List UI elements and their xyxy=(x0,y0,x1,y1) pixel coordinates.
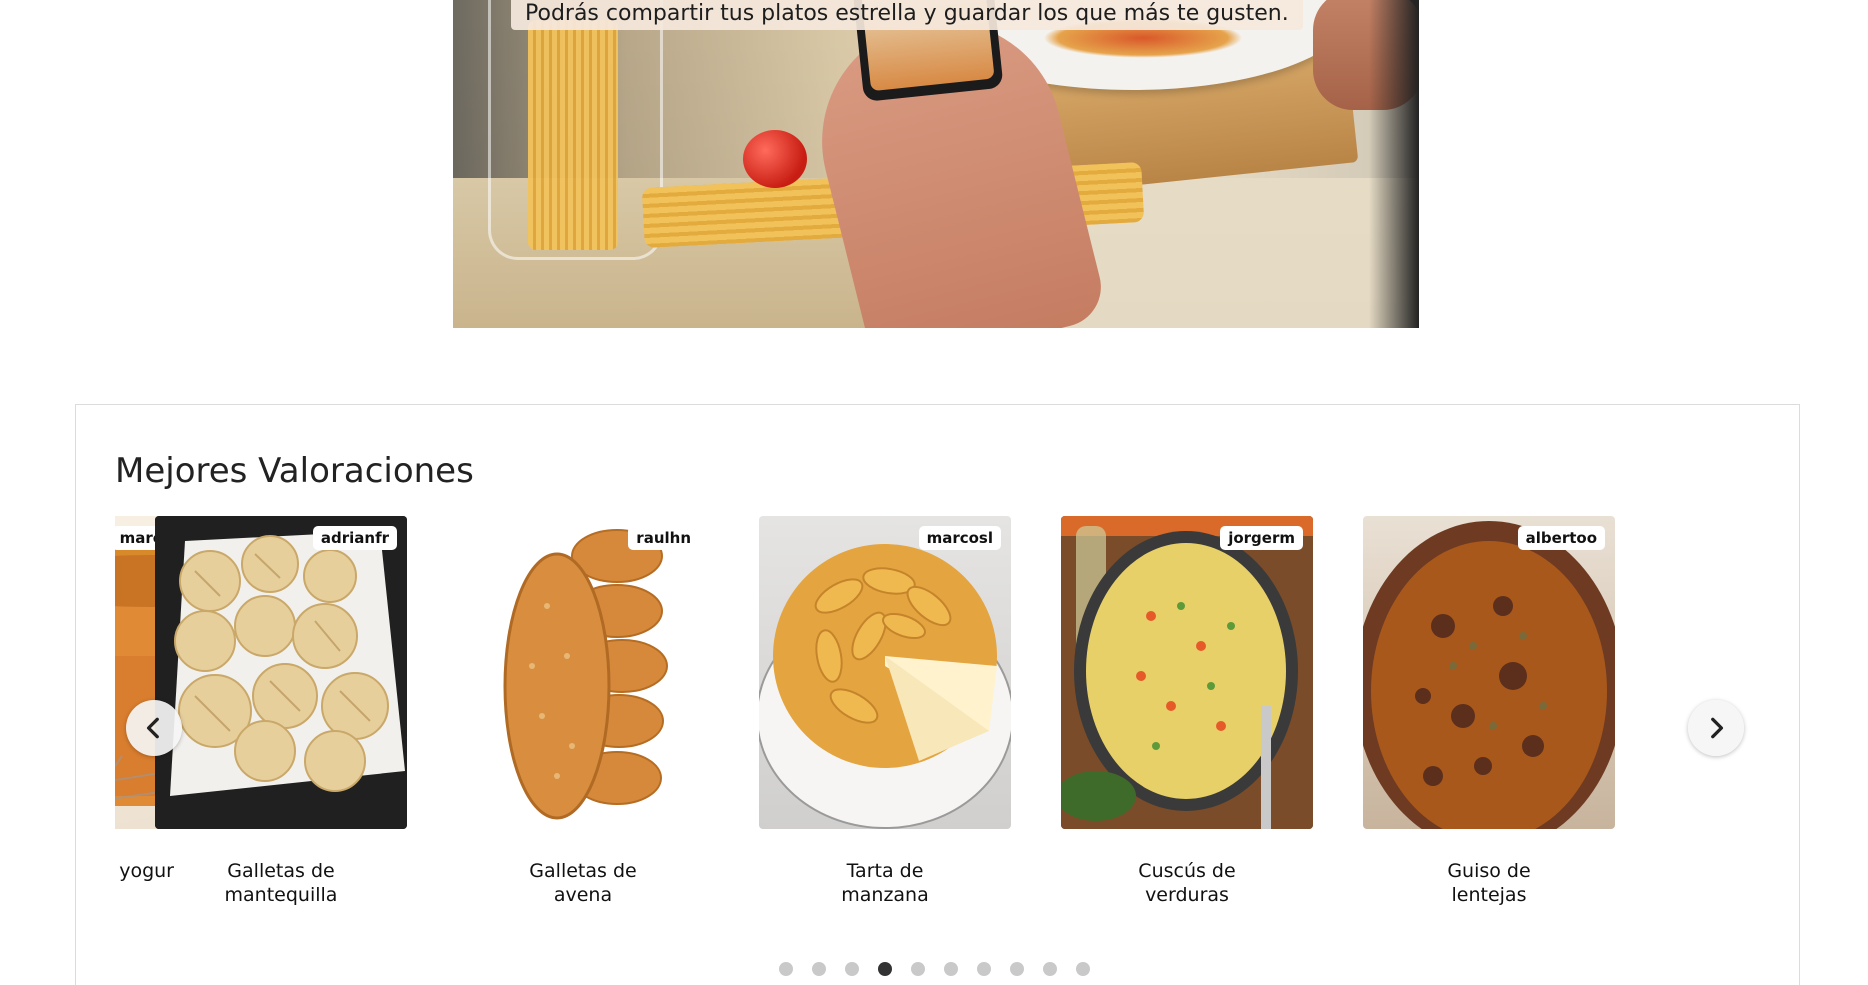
recipe-author[interactable]: adrianfr xyxy=(312,526,397,550)
recipe-image-butter-cookies[interactable]: adrianfr xyxy=(155,516,407,829)
recipe-author[interactable]: jorgerm xyxy=(1220,526,1303,550)
carousel-pagination xyxy=(779,962,1090,976)
hero-banner: Podrás compartir tus platos estrella y g… xyxy=(453,0,1419,328)
recipe-title[interactable]: Guiso de lentejas xyxy=(1363,859,1615,907)
recipes-carousel[interactable]: marcosl ho de yogur xyxy=(115,516,1761,936)
recipe-author[interactable]: albertoo xyxy=(1517,526,1605,550)
carousel-next-button[interactable] xyxy=(1688,700,1744,756)
chevron-left-icon xyxy=(146,717,159,739)
carousel-dot[interactable] xyxy=(1076,962,1090,976)
recipe-card[interactable]: adrianfr Galletas de mantequilla xyxy=(155,516,407,907)
recipe-title[interactable]: Tarta de manzana xyxy=(759,859,1011,907)
recipe-author[interactable]: marcosl xyxy=(918,526,1001,550)
carousel-dot[interactable] xyxy=(977,962,991,976)
recipe-card[interactable]: albertoo Guiso de lentejas xyxy=(1363,516,1615,907)
recipe-image-oat-cookies[interactable]: raulhn xyxy=(457,516,709,829)
top-rated-section: Mejores Valoraciones marcosl yogur adria… xyxy=(75,404,1800,985)
carousel-prev-button[interactable] xyxy=(126,700,182,756)
section-title: Mejores Valoraciones xyxy=(115,451,474,491)
hero-caption: Podrás compartir tus platos estrella y g… xyxy=(511,0,1303,30)
recipe-image-apple-tart[interactable]: marcosl xyxy=(759,516,1011,829)
carousel-dot[interactable] xyxy=(944,962,958,976)
carousel-dot[interactable] xyxy=(1010,962,1024,976)
recipe-image-lentil-stew[interactable]: albertoo xyxy=(1363,516,1615,829)
carousel-dot[interactable] xyxy=(911,962,925,976)
recipe-author[interactable]: raulhn xyxy=(628,526,699,550)
recipe-card[interactable]: jorgerm Cuscús de verduras xyxy=(1061,516,1313,907)
recipe-card[interactable]: raulhn Galletas de avena xyxy=(457,516,709,907)
recipe-title[interactable]: Galletas de avena xyxy=(457,859,709,907)
recipe-title[interactable]: Cuscús de verduras xyxy=(1061,859,1313,907)
recipe-title[interactable]: Galletas de mantequilla xyxy=(155,859,407,907)
chevron-right-icon xyxy=(1711,717,1724,739)
carousel-dot[interactable] xyxy=(1043,962,1057,976)
carousel-dot[interactable] xyxy=(845,962,859,976)
carousel-dot[interactable] xyxy=(878,962,892,976)
recipe-image-vegetable-couscous[interactable]: jorgerm xyxy=(1061,516,1313,829)
carousel-dot[interactable] xyxy=(812,962,826,976)
recipe-card[interactable]: marcosl Tarta de manzana xyxy=(759,516,1011,907)
carousel-dot[interactable] xyxy=(779,962,793,976)
